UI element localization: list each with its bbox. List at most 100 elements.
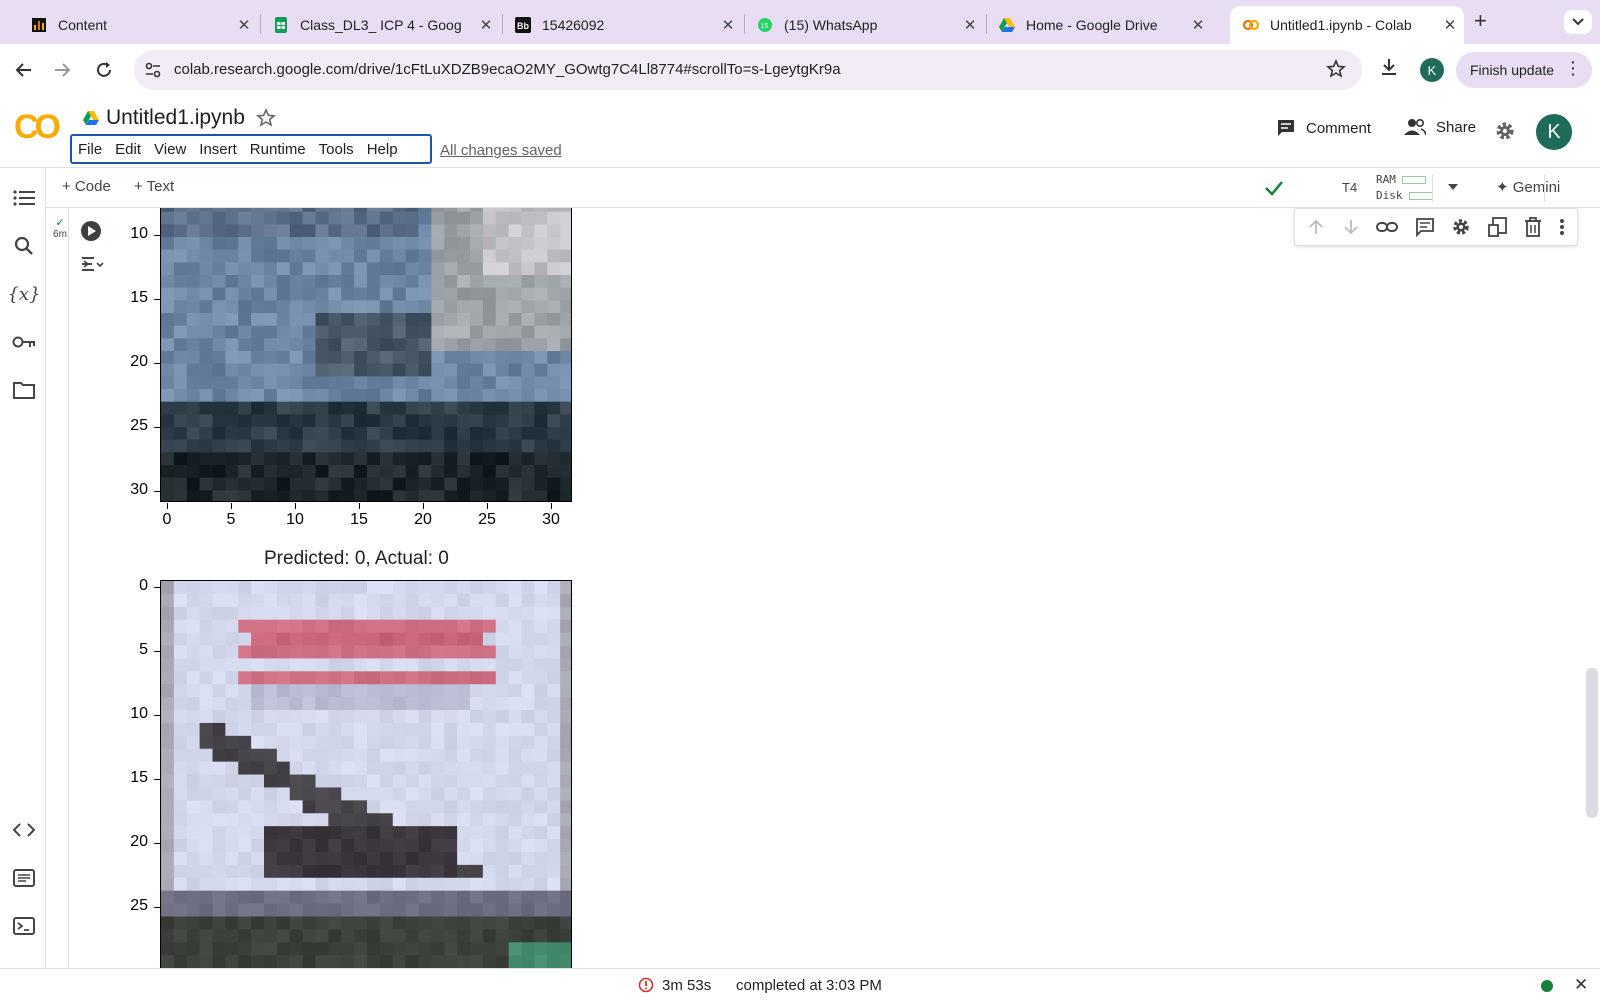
- terminal-icon[interactable]: [10, 912, 38, 940]
- star-icon[interactable]: [256, 108, 276, 128]
- y-tick-mark: [154, 363, 160, 364]
- comment-button[interactable]: Comment: [1276, 118, 1371, 138]
- profile-avatar[interactable]: K: [1420, 58, 1444, 82]
- menu-insert[interactable]: Insert: [199, 141, 237, 158]
- scrollbar-thumb[interactable]: [1586, 668, 1598, 818]
- user-avatar[interactable]: K: [1536, 114, 1572, 150]
- table-of-contents-icon[interactable]: [10, 184, 38, 212]
- more-vert-icon[interactable]: [1559, 218, 1565, 236]
- status-bar: 3m 53s completed at 3:03 PM ✕: [0, 968, 1600, 1000]
- error-icon[interactable]: [638, 977, 654, 993]
- finish-update-button[interactable]: Finish update ⋮: [1456, 52, 1592, 88]
- close-icon[interactable]: ✕: [1436, 16, 1464, 34]
- x-tick-label: 10: [286, 511, 304, 528]
- close-icon[interactable]: ✕: [956, 16, 984, 34]
- image-frame: [160, 208, 572, 502]
- tab-title: 15426092: [542, 17, 605, 33]
- ram-label: RAM: [1376, 173, 1396, 186]
- x-tick-label: 0: [162, 511, 172, 528]
- browser-tab-content[interactable]: Content ✕: [18, 6, 258, 44]
- y-tick-label: 25: [130, 417, 148, 434]
- back-button[interactable]: [10, 56, 38, 84]
- gear-icon[interactable]: [1451, 217, 1471, 237]
- cell-actions-toolbar: [1294, 208, 1578, 246]
- comment-icon: [1278, 120, 1294, 136]
- y-tick-mark: [154, 651, 160, 652]
- command-palette-icon[interactable]: [10, 864, 38, 892]
- y-tick-label: 15: [130, 289, 148, 306]
- browser-tab-blackboard[interactable]: Bb 15426092 ✕: [502, 6, 742, 44]
- disk-bar: [1408, 192, 1433, 200]
- notebook-name[interactable]: Untitled1.ipynb: [106, 106, 245, 130]
- completion-status[interactable]: completed at 3:03 PM: [736, 977, 882, 994]
- new-tab-button[interactable]: +: [1474, 8, 1487, 34]
- colab-logo[interactable]: CO: [14, 108, 61, 147]
- close-icon[interactable]: ✕: [714, 16, 742, 34]
- menu-runtime[interactable]: Runtime: [250, 141, 306, 158]
- gear-icon[interactable]: [1494, 120, 1516, 142]
- caret-down-icon[interactable]: [1446, 180, 1460, 194]
- variables-icon[interactable]: {x}: [7, 280, 40, 308]
- menu-tools[interactable]: Tools: [319, 141, 354, 158]
- resource-monitor[interactable]: RAM Disk: [1376, 172, 1433, 204]
- drive-icon: [83, 111, 99, 125]
- output-image-1: 10 15 20 25 30 0 5 10 15 20 25 30: [46, 208, 586, 548]
- mirror-cell-icon[interactable]: [1487, 217, 1508, 237]
- y-tick-label: 15: [130, 769, 148, 786]
- arrow-up-icon[interactable]: [1307, 218, 1325, 236]
- execution-duration[interactable]: 3m 53s: [662, 977, 711, 994]
- close-icon[interactable]: ✕: [472, 16, 500, 34]
- share-button[interactable]: Share: [1404, 118, 1476, 136]
- comment-icon[interactable]: [1415, 217, 1435, 237]
- more-vert-icon: ⋮: [1564, 58, 1582, 78]
- x-tick-mark: [487, 503, 488, 509]
- menu-edit[interactable]: Edit: [115, 141, 141, 158]
- site-info-icon[interactable]: [144, 61, 162, 79]
- tab-title: Home - Google Drive: [1026, 17, 1158, 33]
- tab-title: (15) WhatsApp: [784, 17, 878, 33]
- reload-icon: [97, 62, 111, 77]
- code-snippets-icon[interactable]: [10, 816, 38, 844]
- menu-bar: File Edit View Insert Runtime Tools Help: [70, 134, 432, 164]
- close-icon[interactable]: ✕: [230, 16, 258, 34]
- folder-icon[interactable]: [10, 376, 38, 404]
- finish-update-label: Finish update: [1470, 62, 1555, 78]
- gemini-button[interactable]: ✦ Gemini: [1496, 178, 1560, 196]
- search-icon[interactable]: [10, 232, 38, 260]
- close-icon[interactable]: ✕: [1184, 16, 1212, 34]
- menu-help[interactable]: Help: [367, 141, 398, 158]
- y-tick-mark: [154, 427, 160, 428]
- add-text-button[interactable]: + Text: [134, 178, 174, 195]
- browser-tab-drive[interactable]: Home - Google Drive ✕: [986, 6, 1212, 44]
- svg-text:15: 15: [761, 23, 769, 30]
- arrow-left-icon: [15, 63, 31, 77]
- forward-button[interactable]: [48, 56, 76, 84]
- add-code-button[interactable]: + Code: [62, 178, 111, 195]
- menu-file[interactable]: File: [78, 141, 102, 158]
- browser-tab-whatsapp[interactable]: 15 (15) WhatsApp ✕: [744, 6, 984, 44]
- tab-search-button[interactable]: [1564, 10, 1592, 34]
- comment-label: Comment: [1306, 119, 1372, 137]
- runtime-type[interactable]: T4: [1342, 180, 1357, 195]
- menu-view[interactable]: View: [154, 141, 186, 158]
- x-tick-label: 30: [542, 511, 560, 528]
- arrow-down-icon[interactable]: [1342, 218, 1360, 236]
- address-bar[interactable]: colab.research.google.com/drive/1cFtLuXD…: [134, 50, 1362, 90]
- download-icon[interactable]: [1378, 56, 1400, 78]
- key-icon[interactable]: [10, 328, 38, 356]
- x-tick-mark: [423, 503, 424, 509]
- bookmark-star-icon[interactable]: [1326, 59, 1346, 79]
- delete-icon[interactable]: [1524, 217, 1542, 237]
- close-icon[interactable]: ✕: [1574, 975, 1588, 995]
- reload-button[interactable]: [90, 56, 118, 84]
- disk-label: Disk: [1376, 189, 1403, 202]
- link-icon[interactable]: [1376, 220, 1399, 234]
- browser-tab-colab[interactable]: Untitled1.ipynb - Colab ✕: [1230, 6, 1464, 44]
- y-tick-label: 20: [130, 353, 148, 370]
- x-tick-mark: [167, 503, 168, 509]
- y-tick-label: 0: [139, 577, 148, 594]
- whatsapp-icon: 15: [758, 18, 772, 32]
- check-icon[interactable]: [1264, 178, 1284, 198]
- save-status[interactable]: All changes saved: [440, 142, 562, 159]
- browser-tab-sheets[interactable]: Class_DL3_ ICP 4 - Goog ✕: [260, 6, 500, 44]
